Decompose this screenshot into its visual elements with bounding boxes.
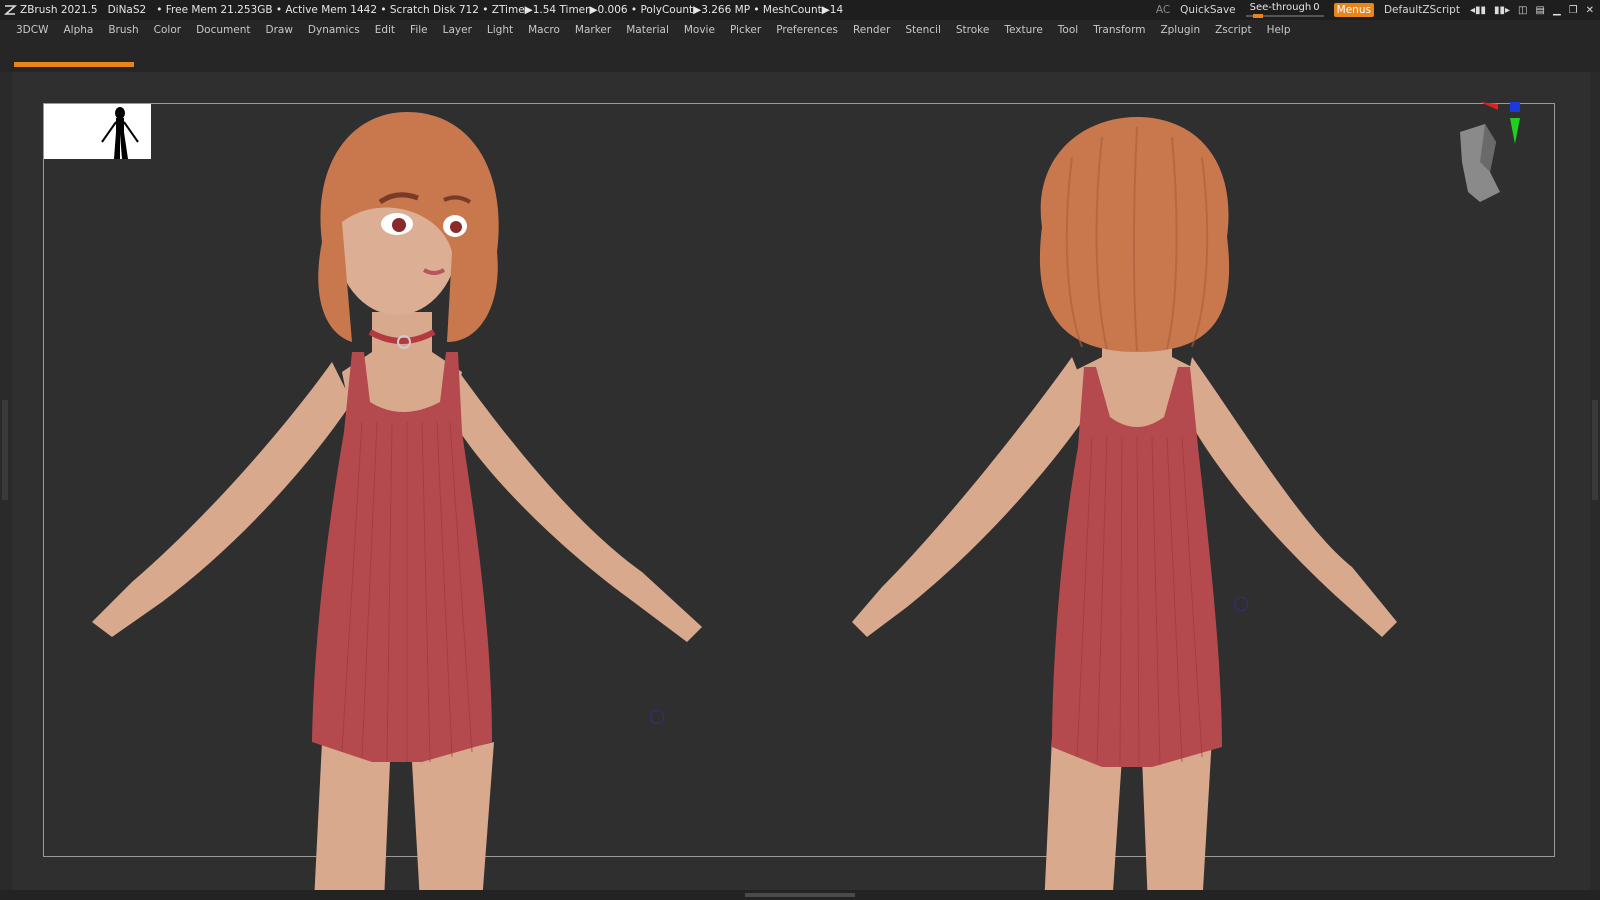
menu-item-stroke[interactable]: Stroke [956, 24, 989, 36]
left-tray-handle[interactable] [2, 400, 8, 500]
ui-colors-icon[interactable]: ▤ [1535, 5, 1544, 16]
close-icon[interactable]: ✕ [1586, 5, 1594, 16]
character-back-view[interactable] [852, 117, 1412, 890]
seethrough-thumb[interactable] [1252, 14, 1263, 18]
menu-item-macro[interactable]: Macro [528, 24, 560, 36]
main-menu-bar: 3DCW Alpha Brush Color Document Draw Dynamics E… [0, 20, 1600, 40]
menu-item-file[interactable]: File [410, 24, 428, 36]
default-zscript-button[interactable]: DefaultZScript [1384, 4, 1460, 16]
file-name: DiNaS2 [107, 4, 147, 16]
progress-bar [14, 62, 134, 67]
ac-toggle[interactable]: AC [1156, 4, 1170, 16]
canvas-area[interactable] [12, 72, 1590, 890]
menu-item-brush[interactable]: Brush [108, 24, 138, 36]
next-layout-icon[interactable]: ▮▮▸ [1494, 5, 1510, 16]
brush-cursor-icon [650, 710, 664, 724]
right-tray-handle[interactable] [1592, 400, 1598, 500]
seethrough-slider[interactable]: See-through 0 [1245, 1, 1324, 19]
toolbar-strip [0, 40, 1600, 72]
ui-layout-icon[interactable]: ◫ [1518, 5, 1527, 16]
restore-icon[interactable]: ❐ [1569, 5, 1578, 16]
memory-stats: • Free Mem 21.253GB • Active Mem 1442 • … [156, 4, 844, 16]
menu-item-color[interactable]: Color [154, 24, 181, 36]
menu-item-transform[interactable]: Transform [1093, 24, 1145, 36]
menu-item-edit[interactable]: Edit [375, 24, 395, 36]
brush-cursor-icon [1234, 597, 1248, 611]
menu-item-layer[interactable]: Layer [443, 24, 472, 36]
seethrough-value: 0 [1313, 2, 1320, 13]
menu-item-texture[interactable]: Texture [1004, 24, 1042, 36]
menu-item-document[interactable]: Document [196, 24, 250, 36]
menu-item-3dcw[interactable]: 3DCW [16, 24, 48, 36]
menu-item-material[interactable]: Material [626, 24, 669, 36]
navigation-head-icon[interactable] [1440, 102, 1530, 212]
app-name: ZBrush 2021.5 [20, 4, 98, 16]
menu-item-help[interactable]: Help [1267, 24, 1291, 36]
menu-item-zscript[interactable]: Zscript [1215, 24, 1251, 36]
menu-item-draw[interactable]: Draw [265, 24, 292, 36]
menu-item-marker[interactable]: Marker [575, 24, 611, 36]
menu-item-dynamics[interactable]: Dynamics [308, 24, 360, 36]
zbrush-logo-icon [3, 5, 17, 15]
quicksave-button[interactable]: QuickSave [1180, 4, 1235, 16]
seethrough-label: See-through [1249, 2, 1312, 13]
menu-item-stencil[interactable]: Stencil [905, 24, 941, 36]
menu-item-movie[interactable]: Movie [684, 24, 715, 36]
menu-item-preferences[interactable]: Preferences [776, 24, 838, 36]
bottom-tray-grip[interactable] [745, 893, 855, 897]
layout-icons: ◂▮▮ ▮▮▸ ◫ ▤ ▁ ❐ ✕ [1470, 5, 1594, 16]
menu-item-light[interactable]: Light [487, 24, 513, 36]
bottom-tray-handle[interactable] [0, 890, 1600, 900]
menu-item-alpha[interactable]: Alpha [63, 24, 93, 36]
menu-item-tool[interactable]: Tool [1058, 24, 1078, 36]
menus-button[interactable]: Menus [1333, 3, 1374, 17]
character-front-view[interactable] [52, 102, 772, 890]
minimize-icon[interactable]: ▁ [1553, 5, 1561, 16]
titlebar-right-controls: AC QuickSave See-through 0 Menus Default… [1146, 0, 1594, 20]
menu-item-render[interactable]: Render [853, 24, 890, 36]
prev-layout-icon[interactable]: ◂▮▮ [1470, 5, 1486, 16]
menu-item-picker[interactable]: Picker [730, 24, 761, 36]
menu-item-zplugin[interactable]: Zplugin [1160, 24, 1200, 36]
title-bar: ZBrush 2021.5 DiNaS2 • Free Mem 21.253GB… [0, 0, 1600, 20]
